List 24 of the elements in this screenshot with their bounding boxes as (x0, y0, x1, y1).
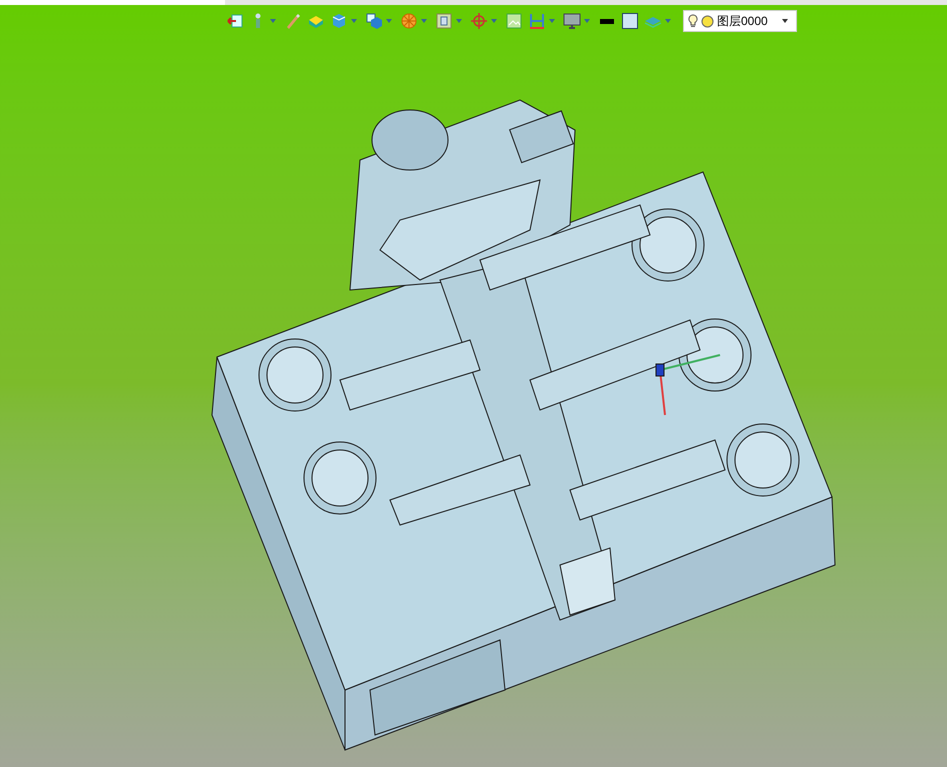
caret-icon[interactable] (386, 19, 392, 23)
frame-icon[interactable] (435, 12, 453, 30)
caret-icon[interactable] (584, 19, 590, 23)
caret-icon[interactable] (456, 19, 462, 23)
monitor-icon[interactable] (563, 12, 581, 30)
fill-icon[interactable] (621, 12, 639, 30)
dropdown-caret-icon (782, 19, 788, 23)
caret-icon[interactable] (665, 19, 671, 23)
bulb-icon (688, 14, 698, 28)
wheel-icon[interactable] (400, 12, 418, 30)
bracket-icon[interactable] (528, 12, 546, 30)
image-icon[interactable] (505, 12, 523, 30)
cube-icon[interactable] (330, 12, 348, 30)
layer-select[interactable]: 图层0000 (683, 10, 797, 32)
caret-icon[interactable] (421, 19, 427, 23)
caret-icon[interactable] (491, 19, 497, 23)
caret-icon[interactable] (549, 19, 555, 23)
axes-icon[interactable] (470, 12, 488, 30)
exit-icon[interactable] (226, 12, 244, 30)
cube-view-icon[interactable] (365, 12, 383, 30)
layer-name: 图层0000 (717, 15, 768, 27)
layer-color-icon (701, 14, 714, 28)
caret-icon[interactable] (351, 19, 357, 23)
caret-icon[interactable] (270, 19, 276, 23)
